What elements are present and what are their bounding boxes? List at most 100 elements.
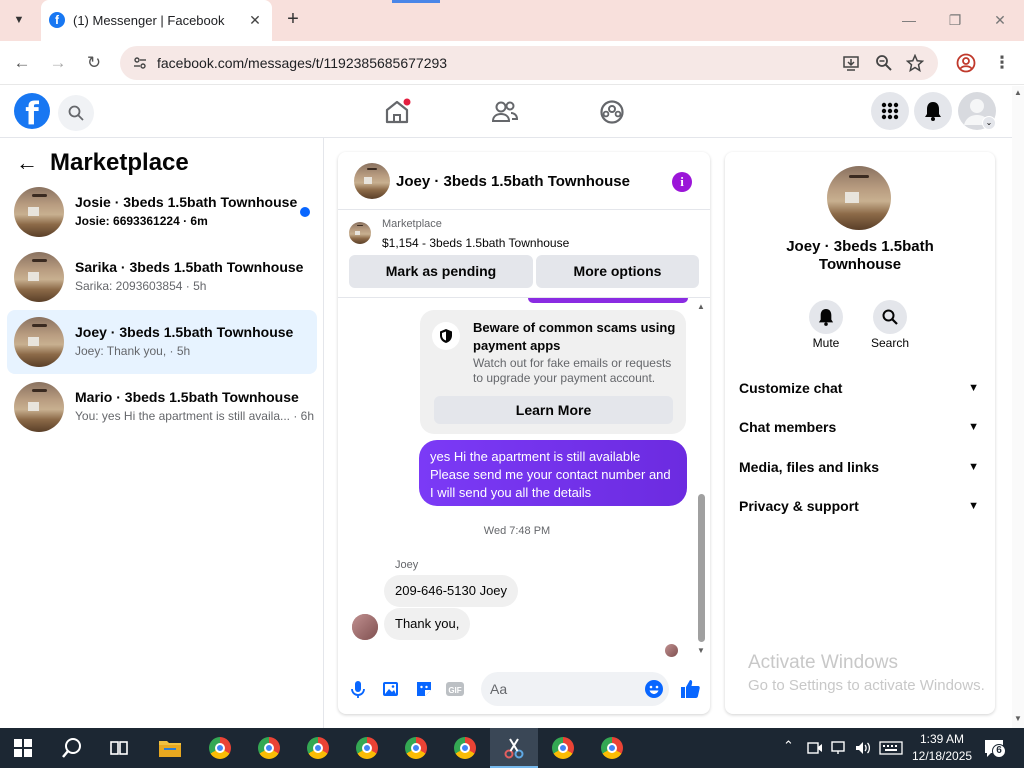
- chrome-app-icon[interactable]: [351, 732, 383, 764]
- browser-tab[interactable]: f (1) Messenger | Facebook ✕: [41, 0, 272, 41]
- snipping-tool-icon: [504, 738, 524, 759]
- page-scroll-up-icon[interactable]: ▲: [1014, 88, 1022, 97]
- tab-drag-indicator: [392, 0, 440, 3]
- search-icon: [882, 309, 898, 325]
- conversation-preview: Josie: 6693361224 · 6m: [75, 214, 208, 228]
- new-tab-button[interactable]: +: [282, 8, 304, 30]
- mute-label: Mute: [812, 336, 840, 350]
- site-info-icon[interactable]: [132, 55, 148, 71]
- microphone-icon[interactable]: [347, 678, 369, 700]
- section-label: Customize chat: [739, 380, 843, 396]
- task-view-icon[interactable]: [110, 739, 128, 757]
- info-chat-name: Joey · 3beds 1.5bath Townhouse: [786, 238, 934, 273]
- network-icon[interactable]: [831, 741, 847, 755]
- chat-avatar[interactable]: [354, 163, 390, 199]
- unread-dot: [300, 207, 310, 217]
- volume-icon[interactable]: [854, 740, 872, 756]
- clock-date[interactable]: 12/18/2025: [912, 749, 972, 763]
- customize-chat-section[interactable]: Customize chat ▼: [739, 376, 983, 400]
- scroll-up-icon[interactable]: ▲: [697, 302, 705, 311]
- message-composer: GIF Aa: [338, 668, 710, 714]
- listing-thumbnail[interactable]: [349, 222, 371, 244]
- chrome-app-icon[interactable]: [204, 732, 236, 764]
- info-icon[interactable]: i: [672, 172, 692, 192]
- profile-icon[interactable]: [956, 53, 976, 73]
- reload-icon[interactable]: ↻: [82, 51, 106, 75]
- facebook-logo[interactable]: f: [14, 93, 50, 132]
- restore-window-icon[interactable]: ❐: [943, 10, 967, 30]
- like-thumbs-up-icon[interactable]: [679, 678, 701, 700]
- mark-as-pending-button[interactable]: Mark as pending: [349, 255, 533, 288]
- active-app-highlight[interactable]: [490, 728, 538, 768]
- conversation-item-active[interactable]: Joey · 3beds 1.5bath Townhouse Joey: Tha…: [7, 310, 317, 374]
- chrome-app-icon[interactable]: [253, 732, 285, 764]
- back-arrow-icon[interactable]: ←: [16, 152, 40, 176]
- close-window-icon[interactable]: ✕: [988, 10, 1012, 30]
- menu-button[interactable]: [871, 92, 909, 130]
- meet-now-icon[interactable]: [807, 741, 823, 755]
- conversation-item[interactable]: Sarika · 3beds 1.5bath Townhouse Sarika:…: [7, 245, 317, 309]
- page-scrollbar[interactable]: ▲ ▼: [1012, 86, 1024, 728]
- forward-icon[interactable]: →: [46, 51, 70, 75]
- home-icon[interactable]: [381, 96, 413, 128]
- clock-time[interactable]: 1:39 AM: [912, 732, 972, 746]
- tray-chevron-up-icon[interactable]: ⌃: [783, 738, 794, 754]
- friends-icon[interactable]: [488, 96, 520, 128]
- chrome-app-icon[interactable]: [400, 732, 432, 764]
- emoji-icon[interactable]: [643, 678, 665, 700]
- zoom-icon[interactable]: [875, 54, 893, 72]
- minimize-window-icon[interactable]: —: [897, 10, 921, 30]
- account-avatar[interactable]: ⌄: [958, 92, 996, 130]
- notification-center-button[interactable]: 6: [983, 737, 1006, 759]
- notifications-button[interactable]: [914, 92, 952, 130]
- facebook-search-button[interactable]: [58, 95, 94, 131]
- chat-panel: Joey · 3beds 1.5bath Townhouse i Marketp…: [338, 152, 710, 714]
- mute-button[interactable]: [809, 300, 843, 334]
- chrome-app-icon[interactable]: [449, 732, 481, 764]
- message-input[interactable]: Aa: [481, 672, 669, 706]
- message-timestamp: Wed 7:48 PM: [483, 525, 551, 537]
- gif-icon[interactable]: GIF: [444, 678, 466, 700]
- sender-avatar[interactable]: [352, 614, 378, 640]
- groups-icon[interactable]: [596, 96, 628, 128]
- chrome-app-icon[interactable]: [302, 732, 334, 764]
- chat-scrollbar[interactable]: ▲ ▼: [697, 302, 705, 655]
- bookmark-star-icon[interactable]: [906, 54, 924, 72]
- listing-description[interactable]: $1,154 - 3beds 1.5bath Townhouse: [382, 236, 569, 250]
- file-explorer-icon[interactable]: [158, 737, 182, 759]
- search-conversation-button[interactable]: [873, 300, 907, 334]
- chevron-down-icon: ▼: [968, 421, 979, 433]
- conversation-preview: Sarika: 2093603854 · 5h: [75, 279, 207, 293]
- photo-icon[interactable]: [380, 678, 402, 700]
- notifications-icon: [925, 102, 941, 121]
- keyboard-icon[interactable]: [879, 741, 903, 755]
- activate-windows-title: Activate Windows: [748, 652, 898, 673]
- conversation-name: Josie · 3beds 1.5bath Townhouse: [75, 194, 298, 210]
- scrollbar-thumb[interactable]: [698, 494, 705, 642]
- media-files-links-section[interactable]: Media, files and links ▼: [739, 455, 983, 479]
- more-options-button[interactable]: More options: [536, 255, 699, 288]
- address-bar[interactable]: facebook.com/messages/t/1192385685677293: [120, 46, 938, 80]
- chat-title[interactable]: Joey · 3beds 1.5bath Townhouse: [396, 173, 630, 190]
- listing-source: Marketplace: [382, 218, 442, 230]
- scroll-down-icon[interactable]: ▼: [697, 646, 705, 655]
- scam-warning-text: Watch out for fake emails or requests to…: [473, 356, 672, 385]
- privacy-support-section[interactable]: Privacy & support ▼: [739, 494, 983, 518]
- chat-members-section[interactable]: Chat members ▼: [739, 415, 983, 439]
- tab-close-icon[interactable]: ✕: [245, 10, 265, 30]
- chrome-app-icon[interactable]: [547, 732, 579, 764]
- tab-list-chevron-icon[interactable]: ▼: [9, 10, 29, 30]
- conversation-item[interactable]: Mario · 3beds 1.5bath Townhouse You: yes…: [7, 375, 317, 439]
- learn-more-button[interactable]: Learn More: [434, 396, 673, 424]
- install-app-icon[interactable]: [842, 54, 860, 72]
- back-icon[interactable]: ←: [10, 51, 34, 75]
- search-label: Search: [870, 336, 910, 350]
- browser-menu-icon[interactable]: ⋮: [990, 51, 1014, 75]
- taskbar-search-icon[interactable]: [61, 737, 83, 759]
- info-avatar[interactable]: [827, 166, 891, 230]
- page-scroll-down-icon[interactable]: ▼: [1014, 714, 1022, 723]
- conversation-item[interactable]: Josie · 3beds 1.5bath Townhouse Josie: 6…: [7, 180, 317, 244]
- windows-start-icon[interactable]: [14, 739, 32, 757]
- sticker-icon[interactable]: [413, 678, 435, 700]
- chrome-app-icon[interactable]: [596, 732, 628, 764]
